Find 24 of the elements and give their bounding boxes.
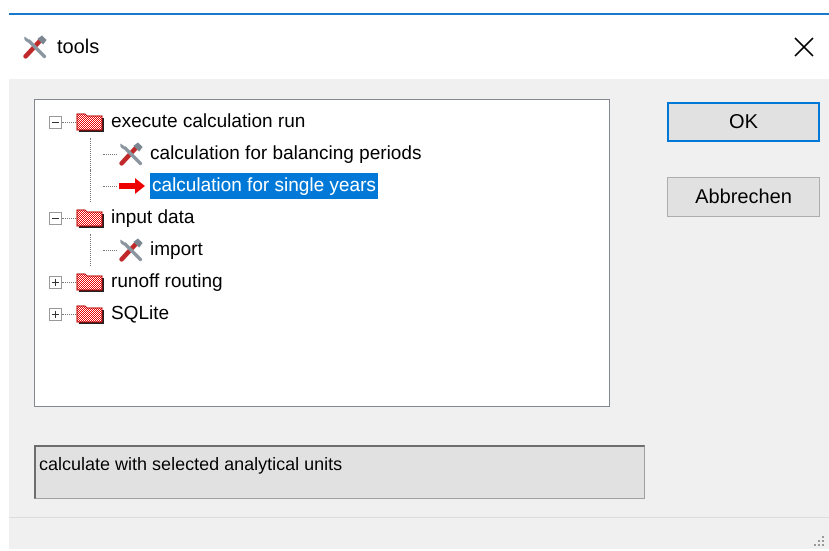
expand-toggle[interactable]	[49, 212, 62, 224]
tree-item[interactable]: SQLite	[109, 301, 172, 327]
expand-toggle[interactable]	[49, 116, 62, 128]
tools-icon	[117, 140, 145, 168]
tree-item[interactable]: calculation for single years	[150, 173, 378, 199]
folder-icon	[76, 271, 106, 293]
tree-item[interactable]: calculation for balancing periods	[148, 141, 424, 167]
ok-button[interactable]: OK	[667, 102, 820, 142]
arrow-icon	[117, 176, 147, 196]
window-title: tools	[57, 35, 100, 60]
tools-icon	[117, 236, 145, 264]
resize-grip-icon[interactable]	[813, 535, 825, 547]
description-field: calculate with selected analytical units	[34, 445, 645, 499]
cancel-button[interactable]: Abbrechen	[667, 177, 820, 217]
folder-icon	[76, 303, 106, 325]
tree-item[interactable]: import	[148, 237, 205, 263]
tools-icon	[21, 33, 49, 61]
tree-item[interactable]: execute calculation run	[109, 109, 308, 135]
tree-item[interactable]: runoff routing	[109, 269, 225, 295]
tree-item[interactable]: input data	[109, 205, 196, 231]
folder-icon	[76, 111, 106, 133]
expand-toggle[interactable]	[49, 308, 62, 320]
expand-toggle[interactable]	[49, 276, 62, 288]
folder-icon	[76, 207, 106, 229]
